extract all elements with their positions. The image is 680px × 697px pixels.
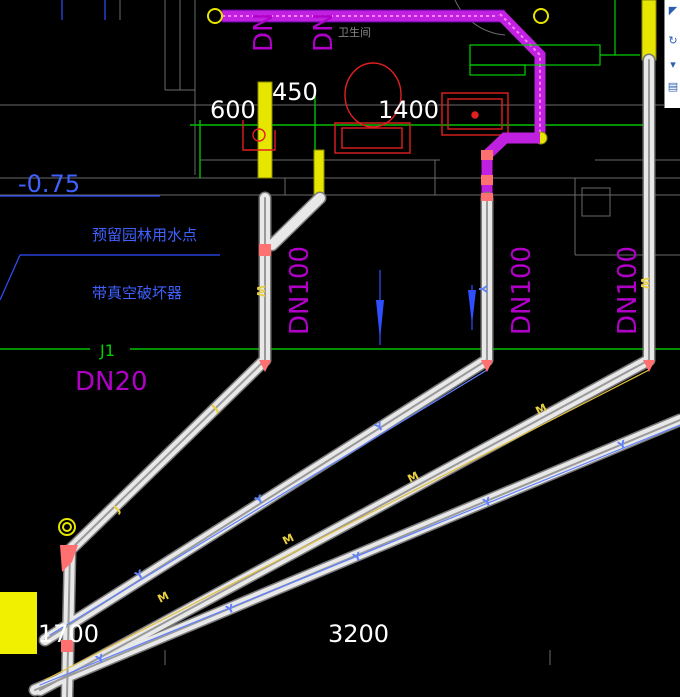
- dim-450: 450: [272, 78, 318, 106]
- wash-basin: [441, 92, 509, 136]
- flow-arrow-1: [376, 300, 384, 340]
- dn100-label-1: DN100: [285, 246, 315, 335]
- properties-icon[interactable]: ▤: [667, 80, 679, 94]
- nav-arrow-icon[interactable]: ◤: [667, 4, 679, 18]
- note-vacuum-breaker: 带真空破坏器: [92, 284, 182, 302]
- room-label: 卫生间: [338, 25, 371, 39]
- dn-top-label-1: DN: [249, 13, 279, 52]
- vent-pipes[interactable]: [58, 0, 657, 536]
- axis-lines: [0, 95, 680, 350]
- j1-label: J1: [99, 341, 115, 360]
- level-mark: -0.75: [18, 170, 80, 198]
- dn100-label-3: DN100: [613, 246, 643, 335]
- cad-drawing[interactable]: W Y W J J Y Y Y M M M M Y Y Y Y Y DN100 …: [0, 0, 680, 697]
- note-garden-water: 预留园林用水点: [92, 226, 197, 244]
- dn20-label: DN20: [75, 367, 148, 397]
- dimension-texts: 600 450 1400 1700 3200: [38, 78, 439, 648]
- dn100-label-2: DN100: [507, 246, 537, 335]
- dim-1700: 1700: [38, 620, 99, 648]
- pipe-fittings: [60, 193, 655, 652]
- pipe-code-m4: M: [155, 589, 171, 606]
- dim-1400: 1400: [378, 96, 439, 124]
- dn-top-label-2: DN: [309, 13, 339, 52]
- basin-drain-pipe[interactable]: [481, 132, 540, 198]
- dim-3200: 3200: [328, 620, 389, 648]
- pipe-code-y1: Y: [476, 284, 489, 294]
- chevron-down-icon[interactable]: ▾: [667, 58, 679, 72]
- selection-block[interactable]: [0, 592, 37, 654]
- orbit-icon[interactable]: ↻: [667, 34, 679, 48]
- dn-labels: DN100 DN100 DN100 DN DN: [249, 13, 643, 335]
- viewport-toolbar: ◤ ↻ ▾ ▤: [664, 0, 680, 108]
- dim-600: 600: [210, 96, 256, 124]
- flow-arrow-2: [468, 290, 476, 325]
- pipe-code-w1: W: [254, 285, 267, 297]
